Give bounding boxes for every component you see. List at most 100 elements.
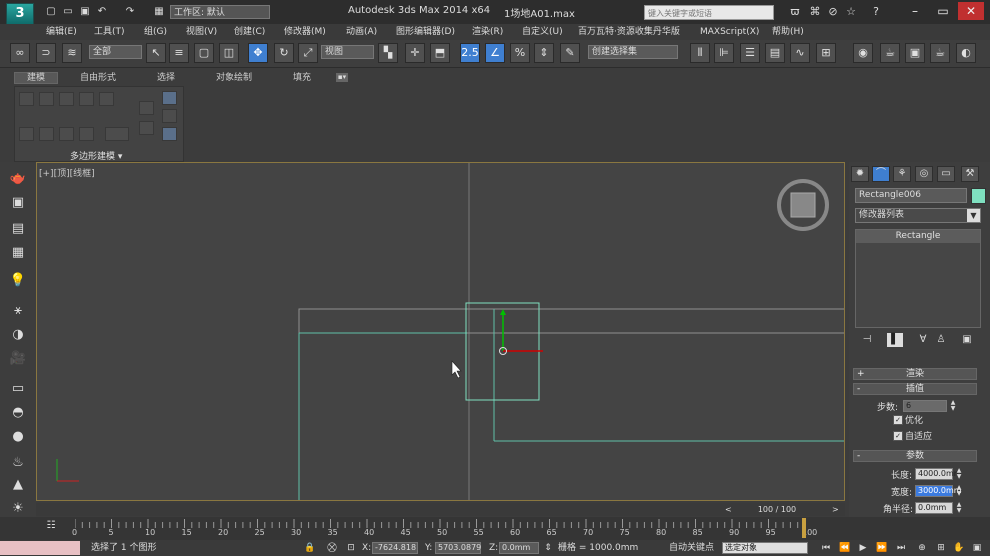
next-frame-icon[interactable]: ⏩ — [876, 542, 888, 554]
steps-spinner[interactable]: 6 — [903, 400, 947, 412]
ribbon-tool-icon[interactable] — [19, 127, 34, 141]
ribbon-tool-icon[interactable] — [59, 92, 74, 106]
selection-filter-dropdown[interactable]: 全部 — [89, 45, 142, 59]
cone-icon[interactable]: ▲ — [9, 476, 27, 494]
rollout-parameters[interactable]: - 参数 — [853, 450, 977, 462]
material-editor-icon[interactable]: ◉ — [853, 43, 873, 63]
ribbon-tool-icon[interactable] — [162, 91, 177, 105]
ribbon-panel-label[interactable]: 多边形建模 ▾ — [70, 149, 122, 162]
rollout-rendering[interactable]: + 渲染 — [853, 368, 977, 380]
select-and-move-icon[interactable]: ✥ — [248, 43, 268, 63]
ribbon-tool-icon[interactable] — [162, 109, 177, 123]
steps-spinner-arrows[interactable]: ▲ ▼ — [950, 400, 956, 412]
length-spinner[interactable]: 4000.0mm — [915, 468, 962, 480]
menu-group[interactable]: 组(G) — [144, 24, 167, 40]
sphere-shade-icon[interactable]: ◑ — [9, 326, 27, 344]
time-slider-readout[interactable]: 100 / 100 — [727, 503, 827, 516]
previous-frame-icon[interactable]: ⏪ — [839, 542, 851, 554]
ribbon-tool-icon[interactable] — [139, 101, 154, 115]
adaptive-checkbox[interactable]: ✓ — [893, 431, 903, 441]
open-file-icon[interactable]: ▭ — [62, 6, 74, 18]
object-name-field[interactable]: Rectangle006 — [855, 188, 967, 203]
create-tab-icon[interactable]: ✹ — [851, 166, 869, 182]
display-tab-icon[interactable]: ▭ — [937, 166, 955, 182]
menu-megawatt-plugin[interactable]: 百万瓦特·资源收集丹华版 — [578, 24, 680, 40]
curve-editor-icon[interactable]: ∿ — [790, 43, 810, 63]
ribbon-tool-icon[interactable] — [139, 121, 154, 135]
ribbon-tab-freeform[interactable]: 自由形式 — [80, 72, 116, 84]
ribbon-options-icon[interactable]: ▪▾ — [336, 73, 348, 82]
viewport-canvas[interactable] — [37, 163, 844, 500]
time-next-icon[interactable]: > — [832, 505, 839, 514]
render-production-icon[interactable]: ☕ — [930, 43, 950, 63]
reference-coordinate-dropdown[interactable]: 视图 — [321, 45, 374, 59]
workspace-dropdown[interactable]: 工作区: 默认 — [170, 5, 270, 19]
keyboard-shortcut-override-icon[interactable]: ⬒ — [430, 43, 450, 63]
menu-tools[interactable]: 工具(T) — [94, 24, 125, 40]
ribbon-tool-icon[interactable] — [59, 127, 74, 141]
select-and-manipulate-icon[interactable]: ✛ — [405, 43, 425, 63]
camera-icon[interactable]: 🎥 — [9, 350, 27, 368]
layer-manager-icon[interactable]: ☰ — [740, 43, 760, 63]
y-coord-field[interactable]: 5703.0879 — [435, 542, 481, 554]
light-bulb-icon[interactable]: 💡 — [9, 272, 27, 290]
menu-edit[interactable]: 编辑(E) — [46, 24, 77, 40]
select-by-name-icon[interactable]: ≡ — [169, 43, 189, 63]
select-and-link-icon[interactable]: ∞ — [10, 43, 30, 63]
maxscript-listener-mini[interactable] — [0, 541, 80, 555]
render-iterative-icon[interactable]: ◐ — [956, 43, 976, 63]
search-input[interactable]: 键入关键字或短语 — [644, 5, 774, 20]
maximize-button[interactable]: ▭ — [930, 2, 956, 20]
teapot-primitive-icon[interactable]: ♨ — [9, 454, 27, 472]
auto-key-button[interactable]: 自动关键点 — [669, 542, 714, 554]
redo-icon[interactable]: ↷ — [124, 6, 136, 18]
close-button[interactable]: ✕ — [958, 2, 984, 20]
pivot-center-icon[interactable]: ▚ — [378, 43, 398, 63]
make-unique-icon[interactable]: ∀ — [915, 333, 931, 347]
corner-radius-spinner[interactable]: 0.0mm — [915, 502, 953, 514]
new-file-icon[interactable]: ▢ — [45, 6, 57, 18]
select-object-icon[interactable]: ↖ — [146, 43, 166, 63]
ribbon-tool-icon[interactable] — [39, 127, 54, 141]
ribbon-tab-populate[interactable]: 填充 — [293, 72, 311, 84]
motion-tab-icon[interactable]: ◎ — [915, 166, 933, 182]
align-icon[interactable]: ⊫ — [714, 43, 734, 63]
length-spinner-arrows[interactable]: ▲ ▼ — [956, 468, 962, 480]
menu-views[interactable]: 视图(V) — [186, 24, 217, 40]
scene-explorer-icon[interactable]: ▦ — [9, 244, 27, 262]
ribbon-tool-icon[interactable] — [19, 92, 34, 106]
render-setup-icon[interactable]: ☕ — [880, 43, 900, 63]
select-and-scale-icon[interactable]: ⤢ — [298, 43, 318, 63]
ribbon-tool-icon[interactable] — [162, 127, 177, 141]
current-frame-marker[interactable] — [802, 518, 806, 538]
helper-icon[interactable]: ⚹ — [9, 302, 27, 320]
favorites-star-icon[interactable]: ☆ — [844, 5, 858, 19]
named-selection-dropdown[interactable]: 创建选择集 — [588, 45, 678, 59]
edit-named-selection-icon[interactable]: ✎ — [560, 43, 580, 63]
zoom-icon[interactable]: ⊕ — [916, 542, 928, 554]
configure-modifier-sets-icon[interactable]: ▣ — [959, 333, 975, 347]
show-end-result-icon[interactable]: ▌ — [887, 333, 903, 347]
menu-modifiers[interactable]: 修改器(M) — [284, 24, 326, 40]
object-color-swatch[interactable] — [971, 188, 986, 204]
hemisphere-icon[interactable]: ◓ — [9, 404, 27, 422]
isolate-icon[interactable]: ⛒ — [326, 542, 338, 554]
coord-spinner-icon[interactable]: ⇕ — [542, 542, 554, 554]
layer-list-icon[interactable]: ▤ — [9, 220, 27, 238]
bind-space-warp-icon[interactable]: ≋ — [62, 43, 82, 63]
time-slider[interactable] — [36, 503, 845, 516]
width-spinner[interactable]: 3000.0mm — [915, 485, 962, 497]
binoculars-icon[interactable]: ϖ — [788, 5, 802, 19]
ribbon-tool-icon[interactable] — [105, 127, 129, 141]
pan-view-icon[interactable]: ✋ — [953, 542, 965, 554]
mirror-icon[interactable]: ⫴ — [690, 43, 710, 63]
viewport-top[interactable]: [+][顶][线框] — [36, 162, 845, 501]
stack-item-rectangle[interactable]: Rectangle — [856, 230, 980, 243]
spinner-snap-icon[interactable]: ⇕ — [534, 43, 554, 63]
minimize-button[interactable]: – — [902, 2, 928, 20]
schematic-view-icon[interactable]: ⊞ — [816, 43, 836, 63]
camera-view-icon[interactable]: ▣ — [9, 194, 27, 212]
menu-help[interactable]: 帮助(H) — [772, 24, 804, 40]
lock-selection-icon[interactable]: 🔒 — [304, 542, 316, 554]
ribbon-tab-selection[interactable]: 选择 — [157, 72, 175, 84]
